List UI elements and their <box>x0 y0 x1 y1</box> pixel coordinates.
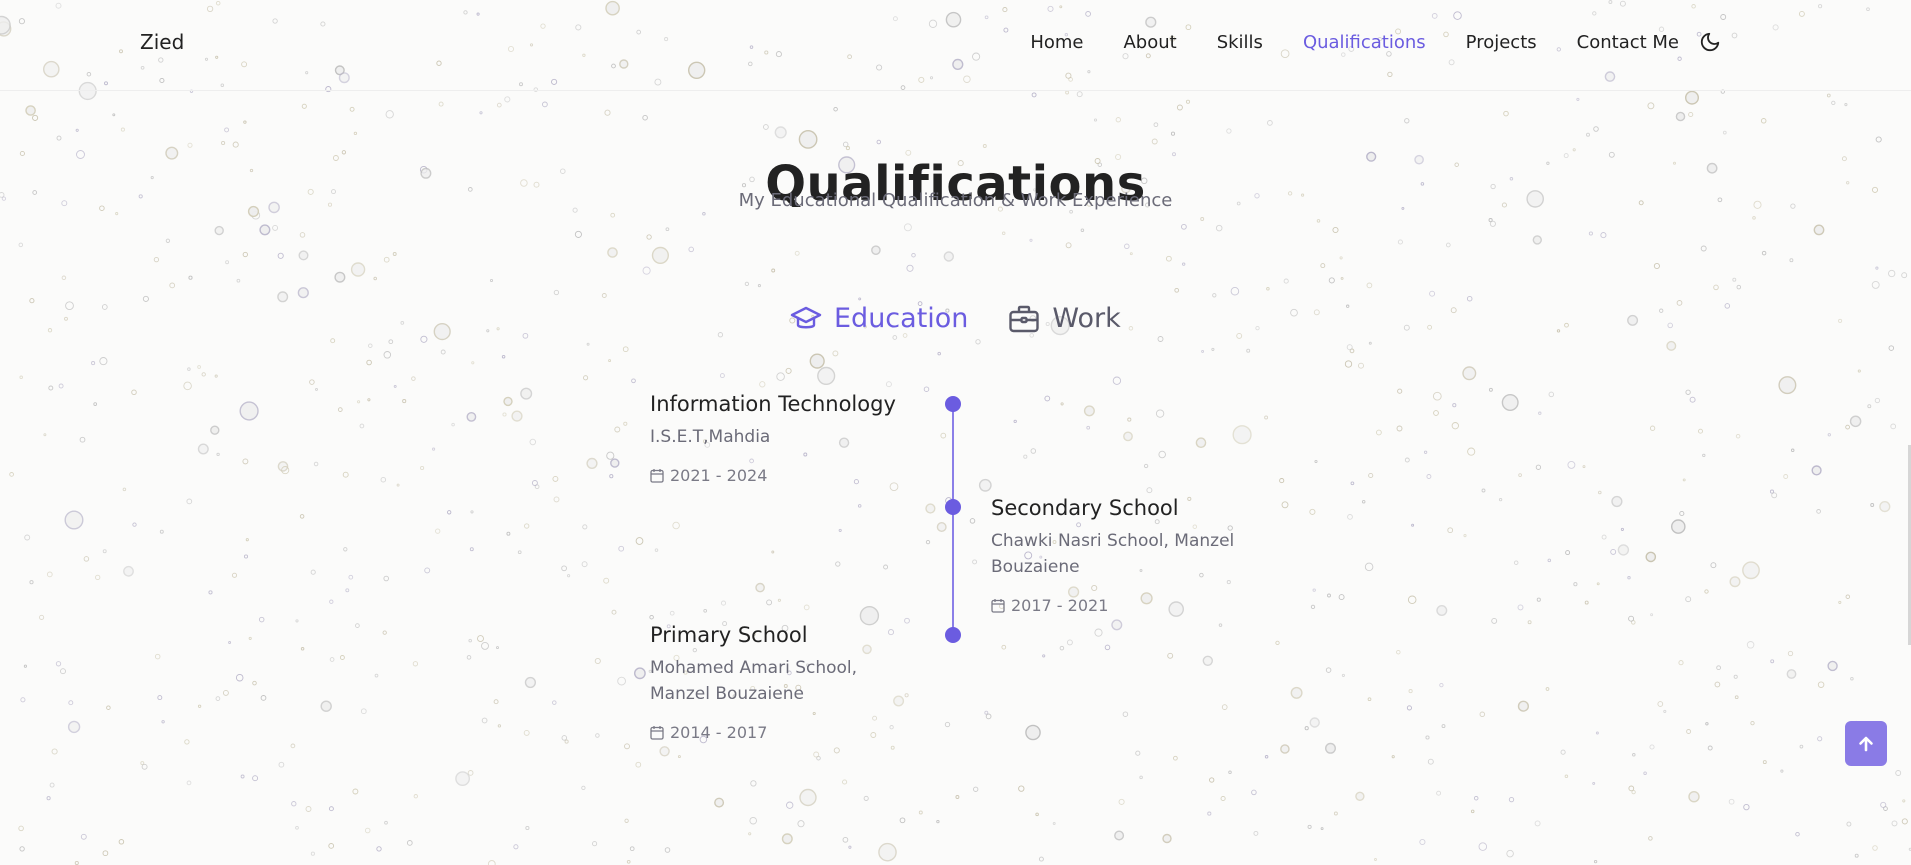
item-institution: Chawki Nasri School, Manzel Bouzaiene <box>991 531 1235 577</box>
nav-projects[interactable]: Projects <box>1466 32 1537 53</box>
site-header: Zied Home About Skills Qualifications Pr… <box>0 0 1911 91</box>
item-date: 2021 - 2024 <box>650 466 910 485</box>
tab-education-label: Education <box>834 303 969 334</box>
arrow-up-icon <box>1859 736 1873 751</box>
item-institution: I.S.E.T,Mahdia <box>650 427 771 447</box>
item-date: 2017 - 2021 <box>991 596 1251 615</box>
moon-icon[interactable] <box>1699 31 1721 53</box>
tab-work[interactable]: Work <box>1008 303 1121 334</box>
section-subtitle: My Educational Qualification & Work Expe… <box>738 190 1173 211</box>
calendar-icon <box>650 726 664 740</box>
item-date: 2014 - 2017 <box>650 723 890 742</box>
bubble-background <box>0 0 1911 865</box>
timeline-item: Secondary School Chawki Nasri School, Ma… <box>991 496 1251 615</box>
item-institution: Mohamed Amari School, Manzel Bouzaiene <box>650 658 858 704</box>
briefcase-icon <box>1009 305 1040 332</box>
timeline-item: Primary School Mohamed Amari School, Man… <box>650 623 890 742</box>
tab-work-label: Work <box>1052 303 1121 334</box>
calendar-icon <box>991 599 1005 613</box>
nav-skills[interactable]: Skills <box>1217 32 1263 53</box>
timeline-item: Information Technology I.S.E.T,Mahdia 20… <box>650 392 910 485</box>
main-nav: Home About Skills Qualifications Project… <box>990 31 1721 53</box>
timeline-dot <box>945 627 961 643</box>
timeline-dot <box>945 499 961 515</box>
item-title: Information Technology <box>650 392 896 416</box>
qualification-tabs: Education Work <box>790 303 1121 334</box>
nav-qualifications[interactable]: Qualifications <box>1303 32 1426 53</box>
timeline-line <box>952 404 954 635</box>
scroll-to-top-button[interactable] <box>1845 721 1887 766</box>
nav-home[interactable]: Home <box>1030 32 1083 53</box>
graduation-cap-icon <box>790 306 822 328</box>
nav-contact[interactable]: Contact Me <box>1577 32 1679 53</box>
nav-about[interactable]: About <box>1123 32 1176 53</box>
site-logo[interactable]: Zied <box>140 30 184 54</box>
timeline-dot <box>945 396 961 412</box>
tab-education[interactable]: Education <box>790 303 968 334</box>
item-title: Primary School <box>650 623 808 647</box>
calendar-icon <box>650 469 664 483</box>
item-title: Secondary School <box>991 496 1179 520</box>
